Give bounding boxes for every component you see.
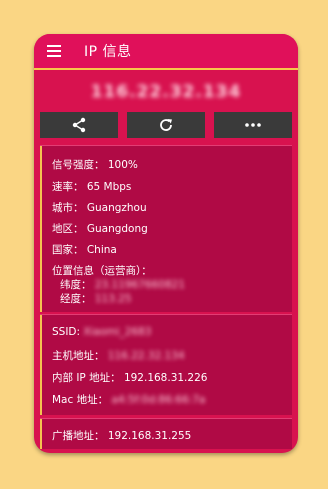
app-bar: IP 信息: [34, 34, 298, 68]
latitude-label: 纬度：: [60, 279, 92, 291]
internal-ip: 内部 IP 地址： 192.168.31.226: [52, 372, 208, 384]
share-icon: [72, 117, 86, 133]
signal-strength: 信号强度： 100%: [52, 159, 138, 171]
country: 国家： China: [52, 244, 117, 256]
more-options-button[interactable]: [214, 112, 292, 138]
link-rate: 速率： 65 Mbps: [52, 181, 132, 193]
ip-banner: 116.22.32.134: [34, 74, 298, 110]
longitude-row: 经度： 113.25: [60, 291, 132, 306]
refresh-button[interactable]: [127, 112, 205, 138]
latitude-value: 23.11967660821: [94, 279, 186, 291]
location-label: 位置信息（运营商）：: [52, 265, 152, 277]
mac-address-label: Mac 地址：: [52, 394, 109, 406]
app-title: IP 信息: [84, 44, 132, 60]
menu-icon[interactable]: [47, 45, 61, 57]
city: 城市： Guangzhou: [52, 202, 147, 214]
action-bar: [40, 112, 292, 138]
location-info-card: 信号强度： 100% 速率： 65 Mbps 城市： Guangzhou 地区：…: [40, 145, 292, 312]
network-info-card: SSID: Xiaomi_2683 主机地址： 116.22.32.134 内部…: [40, 314, 292, 415]
public-ip-address: 116.22.32.134: [90, 82, 242, 102]
ssid-value: Xiaomi_2683: [83, 326, 152, 338]
longitude-value: 113.25: [94, 293, 132, 305]
mac-address-value: a4:5f:0d:86:66:7a: [111, 394, 206, 406]
latitude-row: 纬度： 23.11967660821: [60, 277, 185, 292]
broadcast-card: 广播地址： 192.168.31.255: [40, 418, 292, 449]
refresh-icon: [160, 119, 172, 131]
share-button[interactable]: [40, 112, 118, 138]
region: 地区： Guangdong: [52, 223, 148, 235]
longitude-label: 经度：: [60, 293, 92, 305]
appbar-accent-line: [34, 68, 298, 70]
more-icon: [245, 123, 261, 127]
broadcast-address: 广播地址： 192.168.31.255: [52, 430, 192, 442]
host-address-value: 116.22.32.134: [107, 350, 185, 362]
ssid-row: SSID: Xiaomi_2683: [52, 326, 152, 338]
mac-address-row: Mac 地址： a4:5f:0d:86:66:7a: [52, 392, 205, 407]
host-address-row: 主机地址： 116.22.32.134: [52, 348, 185, 363]
phone-screen: IP 信息 116.22.32.134 信号强度： 100% 速率： 65 Mb…: [34, 34, 298, 453]
ssid-label: SSID:: [52, 326, 81, 338]
host-address-label: 主机地址：: [52, 350, 105, 362]
